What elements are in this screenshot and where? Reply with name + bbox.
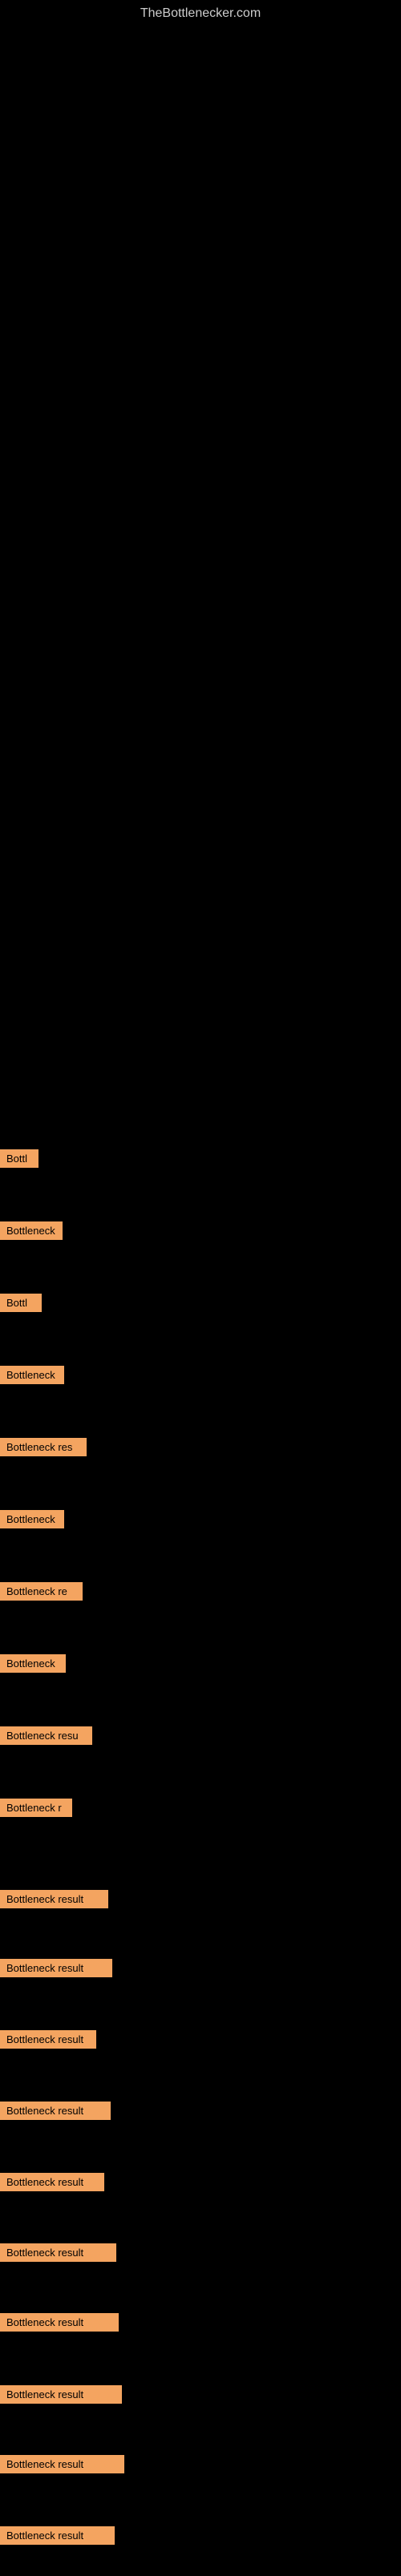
bottleneck-result-item: Bottleneck result <box>0 2243 116 2262</box>
bottleneck-result-item: Bottleneck result <box>0 1959 112 1977</box>
bottleneck-result-item: Bottleneck re <box>0 1582 83 1601</box>
bottleneck-result-item: Bottleneck r <box>0 1799 72 1817</box>
bottleneck-result-item: Bottleneck result <box>0 2385 122 2404</box>
bottleneck-result-item: Bottleneck result <box>0 1890 108 1908</box>
bottleneck-result-item: Bottleneck <box>0 1221 63 1240</box>
bottleneck-result-item: Bottl <box>0 1149 38 1168</box>
bottleneck-result-item: Bottleneck result <box>0 2313 119 2332</box>
bottleneck-result-item: Bottleneck result <box>0 2030 96 2049</box>
bottleneck-result-item: Bottleneck resu <box>0 1726 92 1745</box>
bottleneck-result-item: Bottleneck result <box>0 2455 124 2473</box>
site-title: TheBottlenecker.com <box>0 0 401 27</box>
bottleneck-result-item: Bottleneck <box>0 1654 66 1673</box>
bottleneck-result-item: Bottleneck <box>0 1510 64 1528</box>
bottleneck-result-item: Bottl <box>0 1294 42 1312</box>
bottleneck-result-item: Bottleneck res <box>0 1438 87 1456</box>
bottleneck-result-item: Bottleneck result <box>0 2102 111 2120</box>
bottleneck-result-item: Bottleneck <box>0 1366 64 1384</box>
bottleneck-result-item: Bottleneck result <box>0 2526 115 2545</box>
bottleneck-result-item: Bottleneck result <box>0 2173 104 2191</box>
